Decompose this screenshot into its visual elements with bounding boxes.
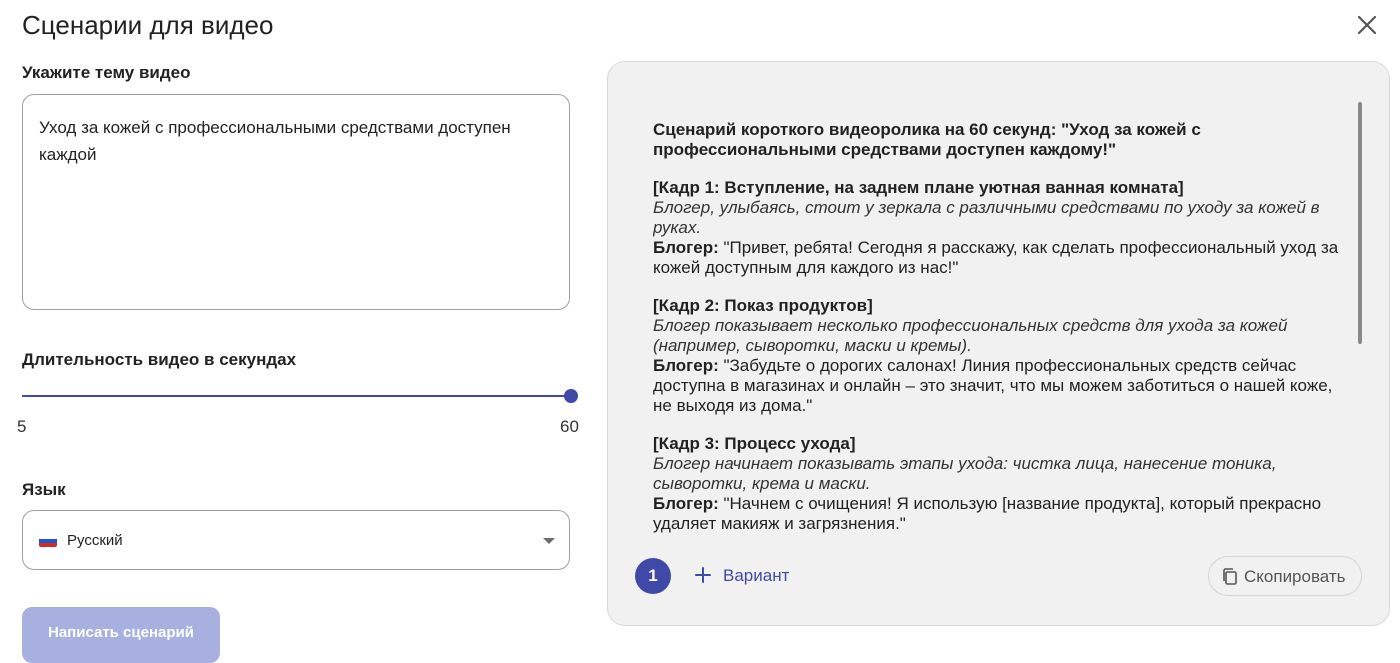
duration-slider[interactable] (22, 384, 578, 408)
topic-label: Укажите тему видео (22, 63, 191, 82)
scene-title: [Кадр 1: Вступление, на заднем плане уют… (653, 178, 1184, 197)
flag-stripe (39, 543, 57, 547)
slider-track (22, 395, 571, 397)
slider-thumb[interactable] (564, 389, 578, 403)
variant-number-badge[interactable]: 1 (635, 558, 671, 594)
duration-label: Длительность видео в секундах (22, 350, 297, 369)
add-variant-label: Вариант (723, 566, 790, 585)
scene-title: [Кадр 3: Процесс ухода] (653, 434, 856, 453)
scene-direction: Блогер, улыбаясь, стоит у зеркала с разл… (653, 198, 1320, 237)
scene: [Кадр 1: Вступление, на заднем плане уют… (653, 178, 1353, 278)
chevron-down-icon (543, 538, 555, 544)
close-button[interactable] (1352, 10, 1382, 40)
scene-line: "Начнем с очищения! Я использую [названи… (653, 494, 1322, 533)
scene-line: "Забудьте о дорогих салонах! Линия профе… (653, 356, 1333, 415)
script-heading: Сценарий короткого видеоролика на 60 сек… (653, 120, 1353, 160)
script-content[interactable]: Сценарий короткого видеоролика на 60 сек… (653, 120, 1353, 536)
copy-button[interactable]: Скопировать (1208, 556, 1362, 596)
scene-speaker: Блогер: (653, 494, 719, 513)
scene: [Кадр 3: Процесс ухода] Блогер начинает … (653, 434, 1353, 534)
slider-min-label: 5 (17, 417, 27, 436)
russia-flag-icon (39, 535, 57, 547)
language-value: Русский (67, 532, 123, 549)
language-label: Язык (22, 480, 66, 499)
scene: [Кадр 2: Показ продуктов] Блогер показыв… (653, 296, 1353, 416)
result-panel: Сценарий короткого видеоролика на 60 сек… (607, 61, 1390, 626)
script-heading-text: Сценарий короткого видеоролика на 60 сек… (653, 120, 1201, 159)
scene-direction: Блогер показывает несколько профессионал… (653, 316, 1288, 355)
scene-title: [Кадр 2: Показ продуктов] (653, 296, 873, 315)
scene-speaker: Блогер: (653, 238, 719, 257)
slider-max-label: 60 (560, 417, 579, 436)
scrollbar[interactable] (1358, 102, 1362, 542)
copy-label: Скопировать (1244, 567, 1346, 586)
scene-line: "Привет, ребята! Сегодня я расскажу, как… (653, 238, 1339, 277)
scene-direction: Блогер начинает показывать этапы ухода: … (653, 454, 1277, 493)
plus-icon (695, 567, 711, 583)
copy-icon (1223, 568, 1237, 585)
close-icon (1357, 15, 1377, 35)
topic-input[interactable]: Уход за кожей с профессиональными средст… (22, 94, 570, 310)
scrollbar-thumb[interactable] (1358, 102, 1362, 344)
write-script-button[interactable]: Написать сценарий (22, 607, 220, 663)
language-select[interactable]: Русский (22, 510, 570, 570)
scene-speaker: Блогер: (653, 356, 719, 375)
dialog-title: Сценарии для видео (22, 10, 274, 40)
